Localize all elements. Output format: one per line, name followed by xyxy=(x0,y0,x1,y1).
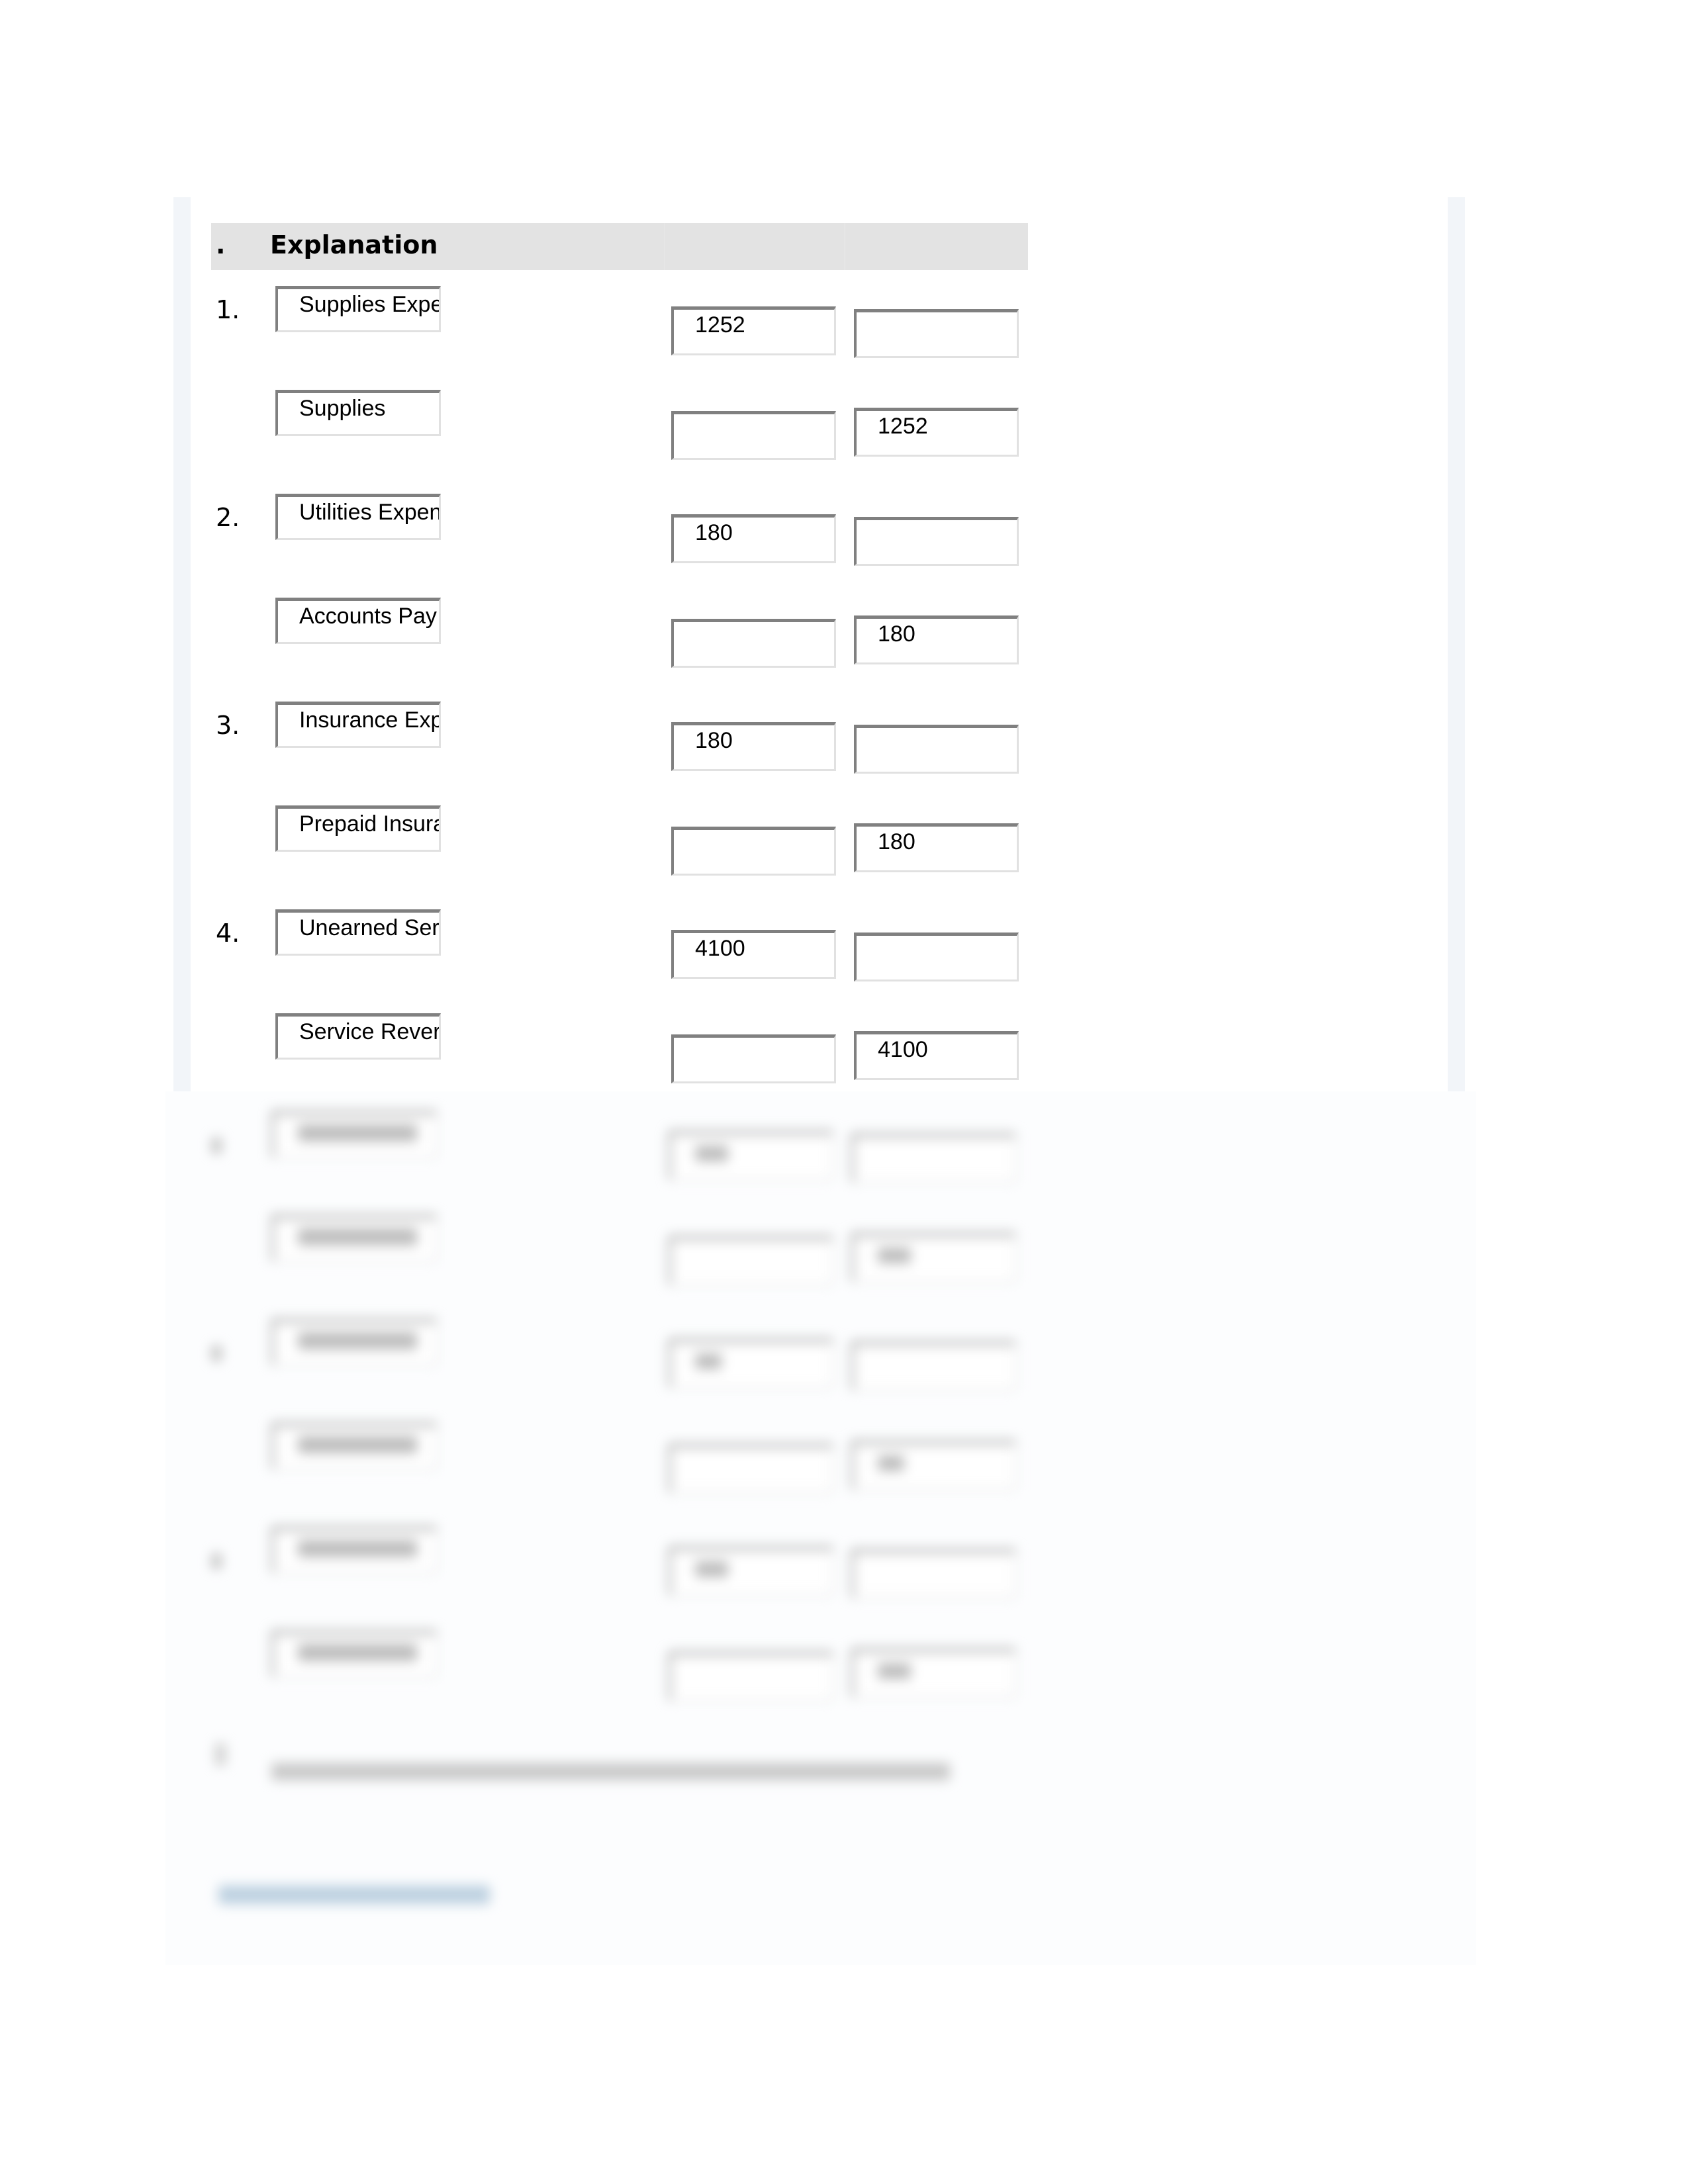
obscured-debit-field xyxy=(669,1131,833,1180)
entry-number: 1. xyxy=(216,295,240,324)
obscured-text xyxy=(878,1455,904,1471)
obscured-debit-field xyxy=(669,1444,833,1493)
entry-number: 2. xyxy=(216,503,240,532)
debit-field[interactable] xyxy=(671,827,836,876)
debit-field[interactable]: 1252 xyxy=(671,306,836,355)
obscured-entries-region xyxy=(165,1091,1476,1965)
credit-field[interactable]: 4100 xyxy=(854,1031,1019,1080)
header-number-column: . xyxy=(216,230,226,259)
debit-field[interactable]: 4100 xyxy=(671,930,836,979)
debit-field[interactable] xyxy=(671,411,836,460)
obscured-debit-field xyxy=(669,1339,833,1388)
obscured-text xyxy=(298,1540,417,1557)
obscured-debit-field xyxy=(669,1547,833,1596)
obscured-credit-field xyxy=(851,1134,1016,1183)
account-field[interactable]: Service Rever xyxy=(275,1013,441,1060)
obscured-entry-number xyxy=(212,1553,221,1569)
header-explanation-column: Explanation xyxy=(270,230,438,259)
obscured-footer-link xyxy=(218,1886,490,1904)
obscured-credit-field xyxy=(851,1441,1016,1490)
credit-field[interactable] xyxy=(854,933,1019,981)
obscured-text xyxy=(298,1332,417,1349)
obscured-text xyxy=(695,1561,728,1577)
debit-field[interactable]: 180 xyxy=(671,514,836,563)
header-column-divider xyxy=(844,223,845,270)
credit-field[interactable] xyxy=(854,309,1019,358)
obscured-checkbox-icon xyxy=(215,1743,226,1766)
obscured-credit-field xyxy=(851,1549,1016,1598)
obscured-text xyxy=(298,1124,417,1142)
debit-field[interactable]: 180 xyxy=(671,722,836,771)
obscured-text xyxy=(878,1663,911,1679)
credit-field[interactable]: 180 xyxy=(854,823,1019,872)
entry-number: 4. xyxy=(216,919,240,948)
account-field[interactable]: Utilities Expens xyxy=(275,494,441,540)
credit-field[interactable] xyxy=(854,517,1019,566)
obscured-credit-field xyxy=(851,1649,1016,1698)
credit-field[interactable] xyxy=(854,725,1019,774)
left-panel-edge xyxy=(173,197,191,1091)
obscured-debit-field xyxy=(669,1652,833,1701)
right-panel-edge xyxy=(1448,197,1465,1091)
obscured-text xyxy=(695,1353,722,1369)
credit-field[interactable]: 180 xyxy=(854,615,1019,664)
obscured-debit-field xyxy=(669,1236,833,1285)
account-field[interactable]: Supplies Expe xyxy=(275,286,441,332)
entry-number: 3. xyxy=(216,711,240,740)
obscured-text xyxy=(695,1146,728,1161)
account-field[interactable]: Insurance Exp xyxy=(275,702,441,748)
account-field[interactable]: Supplies xyxy=(275,390,441,436)
account-field[interactable]: Accounts Pay xyxy=(275,598,441,644)
obscured-text xyxy=(878,1248,911,1263)
debit-field[interactable] xyxy=(671,1034,836,1083)
account-field[interactable]: Unearned Ser xyxy=(275,909,441,956)
obscured-text xyxy=(298,1228,417,1246)
obscured-text xyxy=(298,1436,417,1453)
obscured-text xyxy=(298,1644,417,1661)
obscured-credit-field xyxy=(851,1342,1016,1390)
obscured-credit-field xyxy=(851,1233,1016,1282)
obscured-entry-number xyxy=(212,1138,221,1154)
header-column-divider xyxy=(664,223,665,270)
obscured-entry-number xyxy=(212,1345,221,1361)
account-field[interactable]: Prepaid Insura xyxy=(275,805,441,852)
debit-field[interactable] xyxy=(671,619,836,668)
obscured-message-text xyxy=(271,1763,950,1780)
credit-field[interactable]: 1252 xyxy=(854,408,1019,457)
